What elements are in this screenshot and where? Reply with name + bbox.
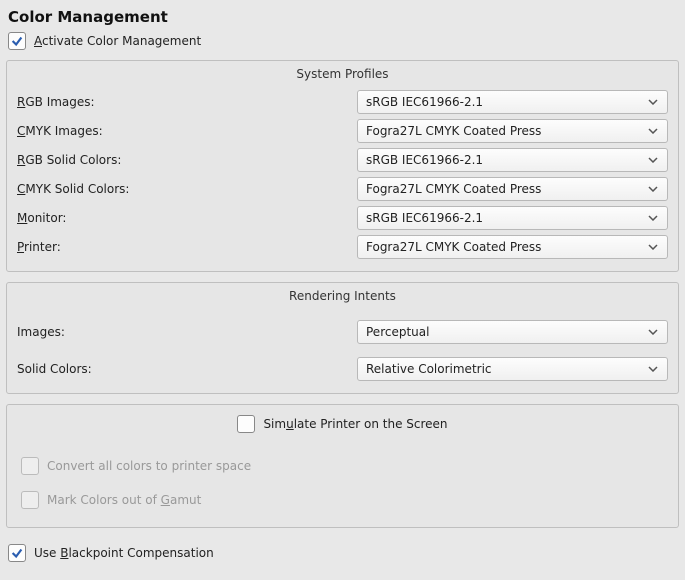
rendering-intents-title: Rendering Intents [7,283,678,309]
rgb-solid-colors-label: RGB Solid Colors: [17,153,357,167]
check-icon [10,546,24,560]
system-profiles-title: System Profiles [7,61,678,87]
simulate-printer-label: Simulate Printer on the Screen [263,417,447,431]
activate-color-mgmt-checkbox[interactable] [8,32,26,50]
rendering-intents-panel: Rendering Intents Images: Perceptual Sol… [6,282,679,394]
cmyk-solid-colors-select[interactable]: Fogra27L CMYK Coated Press [357,177,668,201]
monitor-select[interactable]: sRGB IEC61966-2.1 [357,206,668,230]
mark-gamut-checkbox [21,491,39,509]
system-profiles-panel: System Profiles RGB Images: sRGB IEC6196… [6,60,679,272]
chevron-down-icon [647,125,659,137]
chevron-down-icon [647,212,659,224]
convert-colors-label: Convert all colors to printer space [47,459,251,473]
blackpoint-label: Use Blackpoint Compensation [34,546,214,560]
chevron-down-icon [647,241,659,253]
select-value: sRGB IEC61966-2.1 [366,95,483,109]
select-value: Fogra27L CMYK Coated Press [366,240,541,254]
printer-label: Printer: [17,240,357,254]
intent-solid-colors-label: Solid Colors: [17,362,357,376]
select-value: Fogra27L CMYK Coated Press [366,124,541,138]
rgb-solid-colors-select[interactable]: sRGB IEC61966-2.1 [357,148,668,172]
convert-colors-checkbox [21,457,39,475]
chevron-down-icon [647,154,659,166]
intent-solid-colors-select[interactable]: Relative Colorimetric [357,357,668,381]
select-value: sRGB IEC61966-2.1 [366,211,483,225]
intent-images-label: Images: [17,325,357,339]
cmyk-images-select[interactable]: Fogra27L CMYK Coated Press [357,119,668,143]
intent-images-select[interactable]: Perceptual [357,320,668,344]
blackpoint-checkbox[interactable] [8,544,26,562]
select-value: sRGB IEC61966-2.1 [366,153,483,167]
activate-color-mgmt-label: Activate Color Management [34,34,201,48]
check-icon [10,34,24,48]
cmyk-solid-colors-label: CMYK Solid Colors: [17,182,357,196]
simulate-printer-checkbox[interactable] [237,415,255,433]
chevron-down-icon [647,363,659,375]
select-value: Perceptual [366,325,429,339]
simulate-printer-panel: Simulate Printer on the Screen Convert a… [6,404,679,528]
rgb-images-label: RGB Images: [17,95,357,109]
rgb-images-select[interactable]: sRGB IEC61966-2.1 [357,90,668,114]
mark-gamut-label: Mark Colors out of Gamut [47,493,201,507]
select-value: Fogra27L CMYK Coated Press [366,182,541,196]
chevron-down-icon [647,326,659,338]
chevron-down-icon [647,183,659,195]
chevron-down-icon [647,96,659,108]
cmyk-images-label: CMYK Images: [17,124,357,138]
select-value: Relative Colorimetric [366,362,492,376]
printer-select[interactable]: Fogra27L CMYK Coated Press [357,235,668,259]
monitor-label: Monitor: [17,211,357,225]
page-title: Color Management [0,0,685,32]
